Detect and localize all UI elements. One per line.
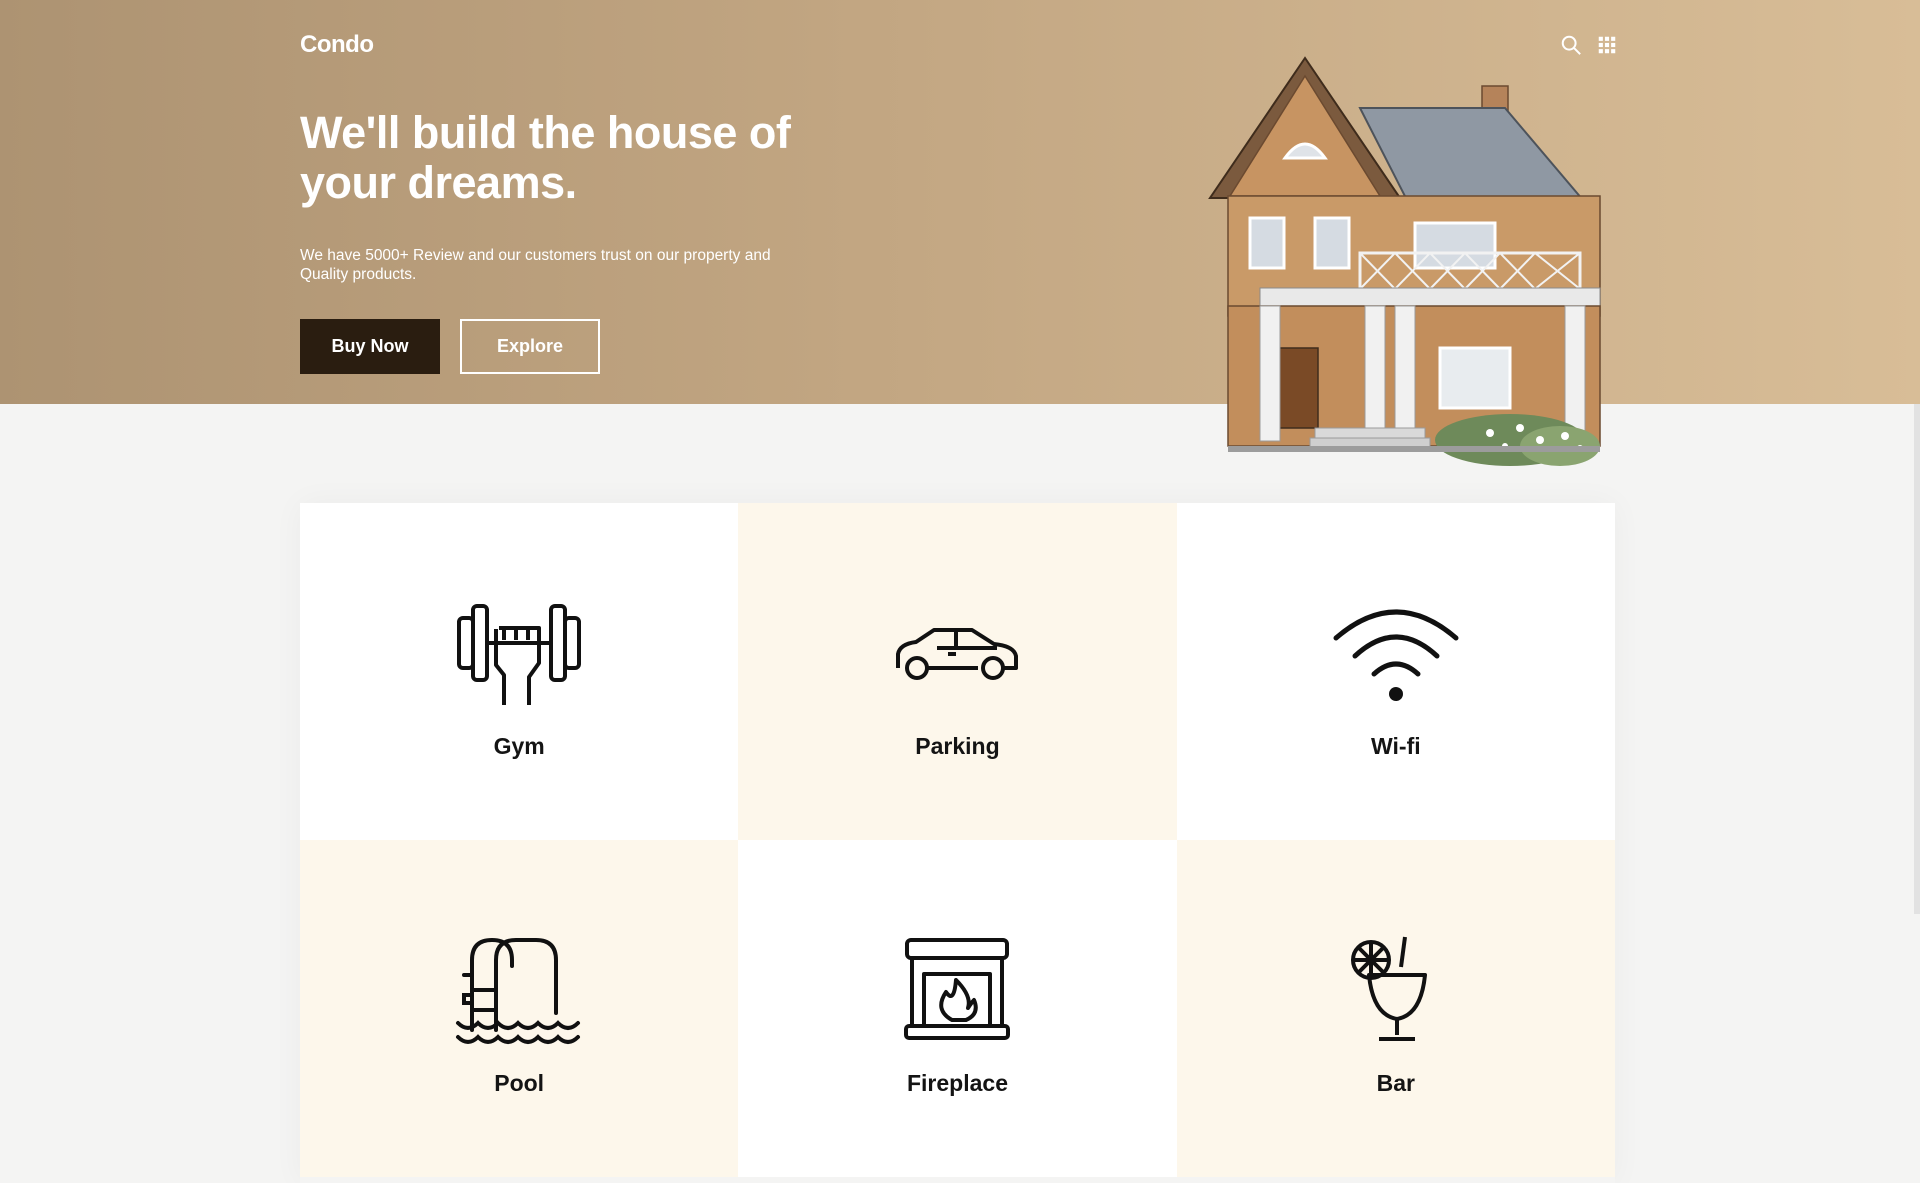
gym-icon	[457, 604, 582, 705]
house-illustration	[1208, 56, 1601, 466]
page-scrollbar[interactable]	[1914, 404, 1920, 914]
explore-button[interactable]: Explore	[460, 319, 600, 374]
cocktail-icon	[1350, 936, 1427, 1041]
hero-banner: Condo We'll build the house of your drea…	[0, 0, 1920, 404]
amenities-grid: Gym Parking Wi-fi Pool Fireplace Bar	[300, 503, 1615, 1183]
hero-subtext: We have 5000+ Review and our customers t…	[300, 247, 771, 283]
fireplace-icon	[904, 938, 1011, 1040]
amenity-card-fireplace[interactable]: Fireplace	[738, 840, 1177, 1177]
amenity-card-gym[interactable]: Gym	[300, 503, 739, 840]
wifi-icon	[1333, 609, 1459, 701]
amenity-label-fireplace: Fireplace	[906, 1070, 1008, 1096]
buy-now-button[interactable]: Buy Now	[300, 319, 440, 374]
amenity-card-wifi[interactable]: Wi-fi	[1176, 503, 1615, 840]
amenity-card-bar[interactable]: Bar	[1176, 840, 1615, 1177]
pool-icon	[456, 937, 581, 1044]
amenity-card-parking[interactable]: Parking	[738, 503, 1177, 840]
hero-headline: We'll build the house of your dreams.	[300, 107, 791, 208]
amenity-label-wifi: Wi-fi	[1371, 733, 1421, 759]
amenity-label-parking: Parking	[915, 733, 1000, 759]
amenity-card-pool[interactable]: Pool	[300, 840, 739, 1177]
car-icon	[896, 628, 1019, 680]
brand-logo[interactable]: Condo	[300, 31, 374, 59]
amenity-label-pool: Pool	[494, 1070, 545, 1096]
amenity-label-gym: Gym	[493, 733, 545, 759]
amenity-label-bar: Bar	[1376, 1070, 1415, 1096]
